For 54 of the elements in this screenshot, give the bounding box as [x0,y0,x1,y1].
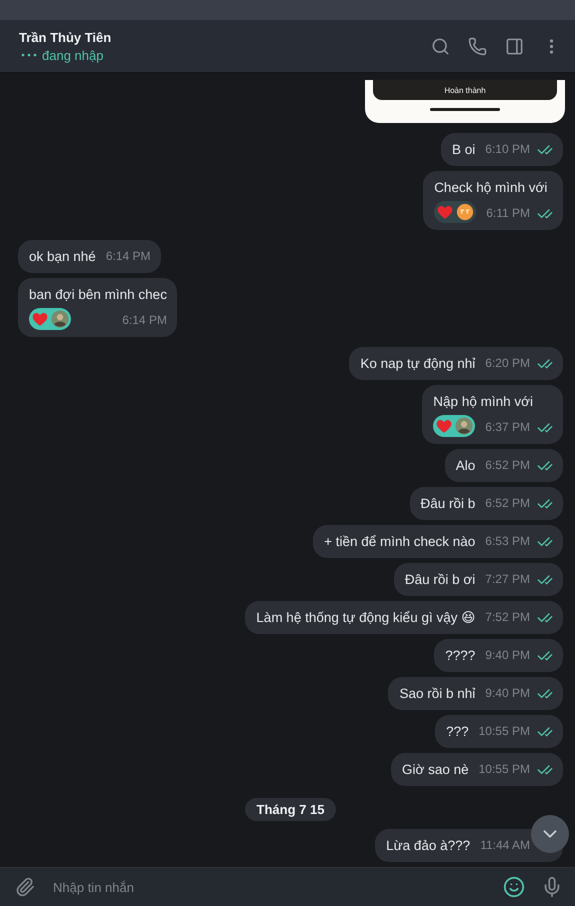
scroll-down-button[interactable] [531,815,569,853]
message-input[interactable]: Nhập tin nhắn [51,878,487,896]
message-text: Đâu rồi b [420,495,476,513]
message-time: 6:11 PM [486,205,530,222]
message-text: ??? [446,723,469,741]
message-text: Làm hệ thống tự động kiểu gì vậy 😆 [256,609,476,627]
contact-name: Trần Thủy Tiên [19,30,112,44]
message-time: 7:27 PM [485,571,530,588]
message-text: Giờ sao nè [402,761,469,779]
message-time: 9:40 PM [485,685,530,702]
message-time: 6:37 PM [485,419,530,436]
message-time: 6:20 PM [485,355,530,372]
message-time: 6:53 PM [485,533,530,550]
message-time: 6:52 PM [485,495,530,512]
emoji-icon[interactable] [503,876,525,898]
message-text: B oi [452,141,476,159]
screenshot-image[interactable]: Hoàn thành [365,80,565,123]
message-composer[interactable]: Nhập tin nhắn [0,867,575,906]
message-text: Lừa đảo à??? [386,837,470,855]
message-text: Ko nap tự động nhỉ [360,355,476,373]
avatar-icon [455,417,474,435]
search-icon[interactable] [431,36,450,56]
message-text: ban đợi bên mình chec [29,286,167,304]
avatar-icon [51,310,69,328]
message-time: 10:55 PM [478,723,530,740]
message-time: 10:55 PM [478,761,530,778]
message-text: Nập hộ mình với [433,393,534,411]
contact-status: đang nhập [42,48,104,62]
heart-icon [31,310,49,328]
sidebar-icon[interactable] [505,36,524,56]
message-time: 6:10 PM [485,141,530,158]
message-time: 11:44 AM [480,837,530,854]
message-text: + tiền để mình check nào [324,533,476,551]
phone-icon[interactable] [468,36,487,56]
message-text: ok bạn nhé [29,248,96,266]
date-separator: Tháng 7 15 [244,798,336,821]
message-time: 9:40 PM [485,647,530,664]
message-text: Đâu rồi b ơi [404,571,476,589]
done-button: Hoàn thành [373,80,557,100]
message-time: 6:14 PM [106,248,151,265]
reaction-pill[interactable] [433,415,476,437]
message-text: ???? [445,647,476,665]
message-time: 7:52 PM [485,609,530,626]
reaction-pill[interactable] [29,308,71,330]
attach-icon[interactable] [15,877,35,897]
message-text: Check hộ mình với [434,179,548,197]
heart-icon [435,417,454,435]
reaction-pill[interactable] [434,201,476,223]
emoji-icon [456,203,474,221]
message-text: Sao rồi b nhỉ [399,685,476,703]
message-time: 6:52 PM [485,457,530,474]
message-time: 6:14 PM [122,312,167,329]
heart-icon [436,203,454,221]
message-text: Alo [456,457,476,475]
